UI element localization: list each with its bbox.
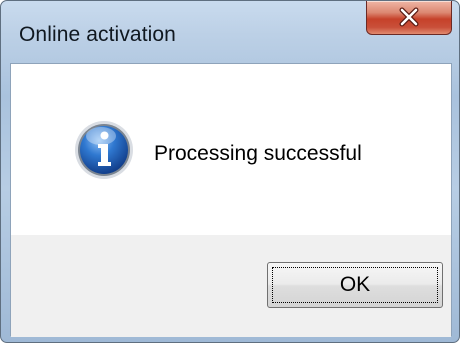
info-icon xyxy=(75,121,133,179)
dialog-content: Processing successful OK xyxy=(10,63,452,337)
ok-button-label: OK xyxy=(339,273,371,296)
message-area: Processing successful xyxy=(11,64,451,235)
button-area: OK xyxy=(11,235,451,337)
message-text: Processing successful xyxy=(154,142,362,165)
dialog-window: Online activation Processing successful … xyxy=(0,0,460,343)
title-bar[interactable]: Online activation xyxy=(1,1,459,63)
close-icon xyxy=(399,7,419,26)
close-button[interactable] xyxy=(366,1,452,35)
window-title: Online activation xyxy=(19,23,176,46)
ok-button[interactable]: OK xyxy=(267,262,443,308)
